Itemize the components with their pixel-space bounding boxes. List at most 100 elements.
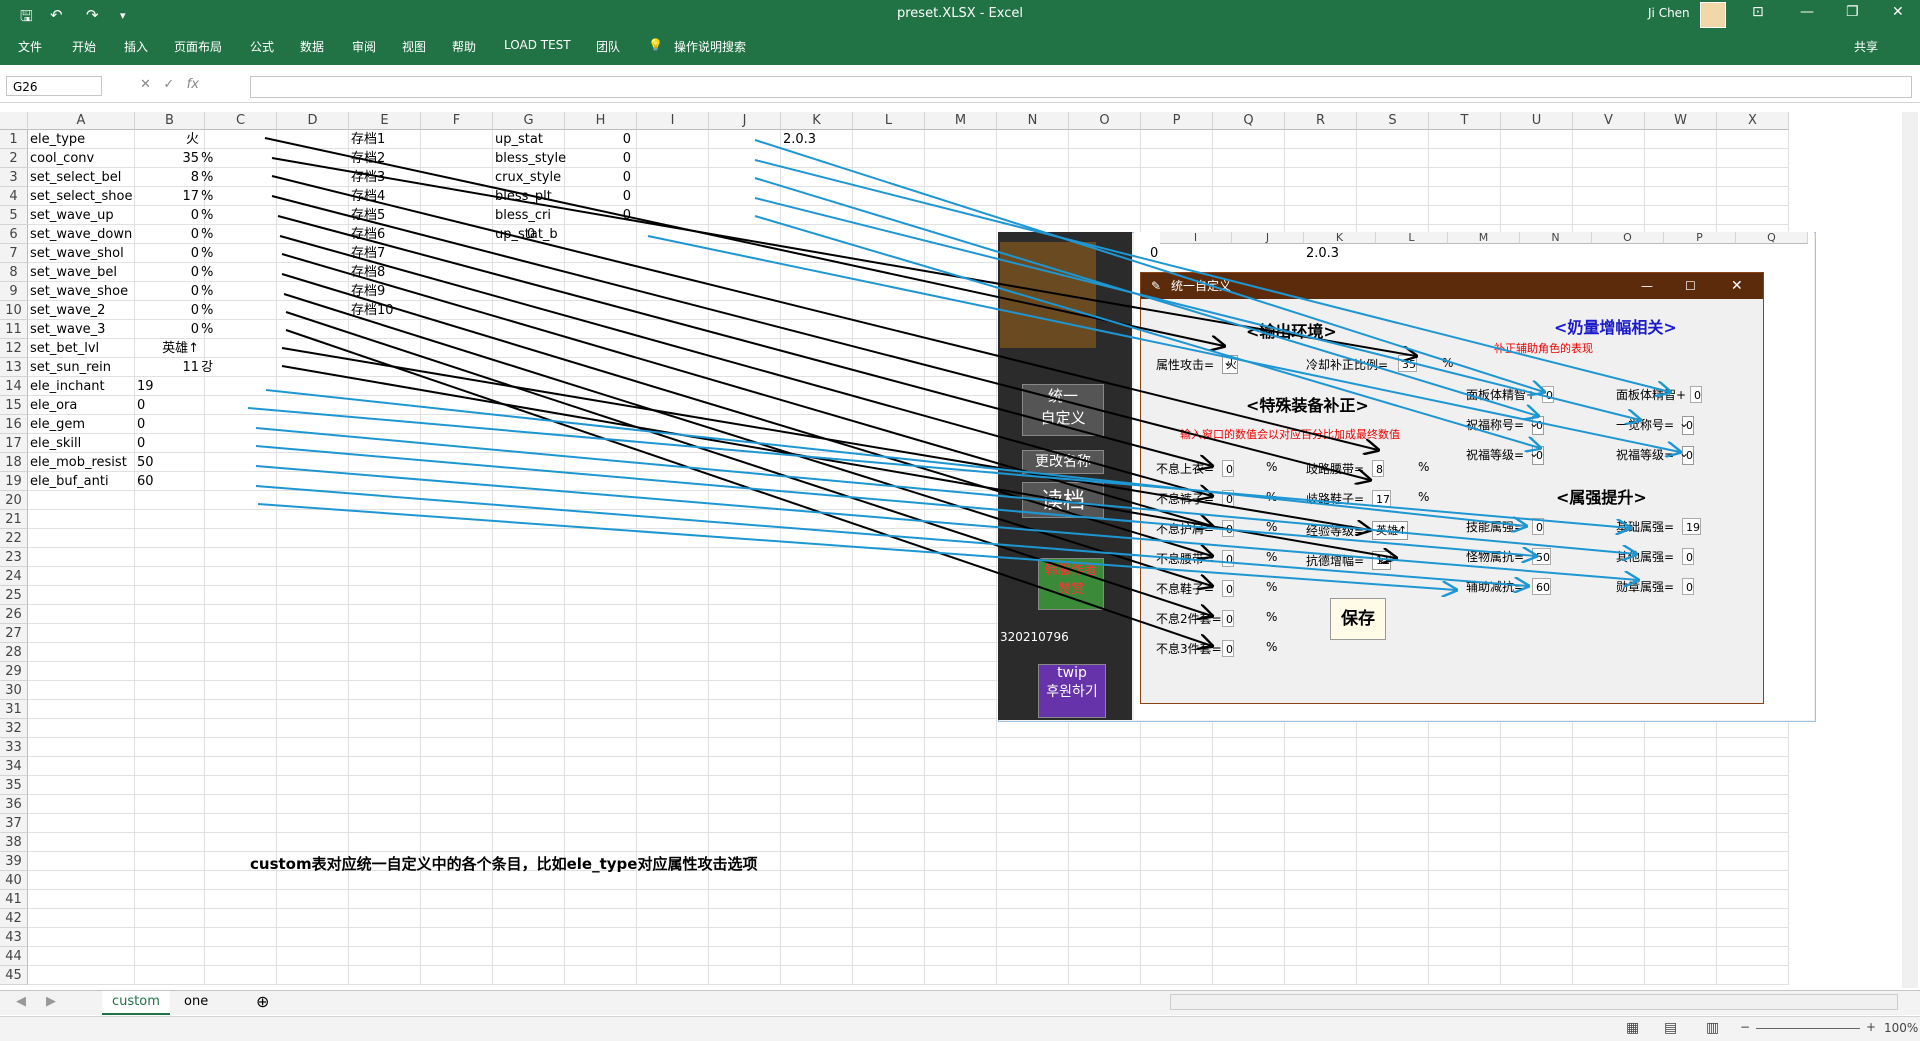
- column-header[interactable]: A: [28, 112, 135, 130]
- row-header[interactable]: 33: [0, 738, 28, 757]
- enter-icon[interactable]: ✓: [163, 77, 174, 92]
- cell-g[interactable]: up_stat: [495, 130, 543, 149]
- cool-input[interactable]: 35: [1398, 355, 1417, 372]
- cell-h[interactable]: 0: [567, 168, 631, 187]
- row-header[interactable]: 14: [0, 377, 28, 396]
- ele-left-input[interactable]: 0: [1532, 518, 1544, 535]
- special-left-input[interactable]: 0: [1222, 460, 1234, 477]
- dialog-close-icon[interactable]: ✕: [1731, 273, 1743, 299]
- zoom-in-icon[interactable]: +: [1866, 1020, 1876, 1034]
- column-header[interactable]: D: [277, 112, 349, 130]
- cell-b[interactable]: 0: [137, 415, 145, 434]
- cell-h[interactable]: 0: [567, 206, 631, 225]
- menu-page-layout[interactable]: 页面布局: [174, 38, 222, 55]
- sidebar-rename-button[interactable]: 更改名称: [1022, 450, 1104, 474]
- sidebar-custom-button[interactable]: 统一 自定义: [1022, 384, 1104, 436]
- cell-a[interactable]: set_wave_shoe: [30, 282, 128, 301]
- buff-left-select[interactable]: 0: [1529, 445, 1544, 465]
- cell-b[interactable]: 0: [137, 301, 199, 320]
- row-header[interactable]: 35: [0, 776, 28, 795]
- special-left-input[interactable]: 0: [1222, 580, 1234, 597]
- column-header[interactable]: F: [421, 112, 493, 130]
- row-header[interactable]: 29: [0, 662, 28, 681]
- row-header[interactable]: 42: [0, 909, 28, 928]
- cell-h[interactable]: 0: [567, 187, 631, 206]
- menu-data[interactable]: 数据: [300, 38, 324, 55]
- row-header[interactable]: 45: [0, 966, 28, 985]
- row-header[interactable]: 19: [0, 472, 28, 491]
- special-left-input[interactable]: 0: [1222, 610, 1234, 627]
- row-header[interactable]: 22: [0, 529, 28, 548]
- row-header[interactable]: 5: [0, 206, 28, 225]
- row-header[interactable]: 40: [0, 871, 28, 890]
- column-header[interactable]: K: [781, 112, 853, 130]
- menu-formulas[interactable]: 公式: [250, 38, 274, 55]
- ele-right-input[interactable]: 0: [1682, 548, 1694, 565]
- cell-c[interactable]: %: [201, 301, 213, 320]
- row-header[interactable]: 9: [0, 282, 28, 301]
- row-header[interactable]: 43: [0, 928, 28, 947]
- cell-b[interactable]: 50: [137, 453, 154, 472]
- formula-input[interactable]: [250, 76, 1912, 98]
- column-header[interactable]: P: [1141, 112, 1213, 130]
- cell-c[interactable]: %: [201, 320, 213, 339]
- cell-b[interactable]: 19: [137, 377, 154, 396]
- special-left-input[interactable]: 0: [1222, 640, 1234, 657]
- column-header[interactable]: N: [997, 112, 1069, 130]
- row-header[interactable]: 15: [0, 396, 28, 415]
- cell-a[interactable]: set_bet_lvl: [30, 339, 99, 358]
- cell-e[interactable]: 存档5: [351, 206, 385, 225]
- column-header[interactable]: J: [709, 112, 781, 130]
- ele-left-input[interactable]: 60: [1532, 578, 1551, 595]
- column-header[interactable]: M: [925, 112, 997, 130]
- cell-b[interactable]: 0: [137, 396, 145, 415]
- cell-a[interactable]: ele_gem: [30, 415, 85, 434]
- row-header[interactable]: 36: [0, 795, 28, 814]
- column-header[interactable]: X: [1717, 112, 1789, 130]
- row-header[interactable]: 4: [0, 187, 28, 206]
- cancel-icon[interactable]: ✕: [140, 77, 151, 92]
- cell-b[interactable]: 火: [137, 130, 199, 149]
- cell-b[interactable]: 0: [137, 225, 199, 244]
- row-header[interactable]: 20: [0, 491, 28, 510]
- row-header[interactable]: 39: [0, 852, 28, 871]
- cell-e[interactable]: 存档3: [351, 168, 385, 187]
- row-header[interactable]: 26: [0, 605, 28, 624]
- cell-a[interactable]: set_wave_down: [30, 225, 132, 244]
- cell-a[interactable]: cool_conv: [30, 149, 94, 168]
- column-header[interactable]: S: [1357, 112, 1429, 130]
- ele-right-input[interactable]: 19: [1682, 518, 1701, 535]
- row-header[interactable]: 16: [0, 415, 28, 434]
- cell-k1[interactable]: 2.0.3: [783, 130, 816, 149]
- buff-right-input[interactable]: 0: [1690, 386, 1702, 403]
- ele-left-input[interactable]: 50: [1532, 548, 1551, 565]
- sun-select[interactable]: 11: [1372, 550, 1391, 570]
- vertical-scrollbar[interactable]: [1902, 112, 1918, 988]
- restore-icon[interactable]: ❐: [1846, 4, 1859, 20]
- row-header[interactable]: 12: [0, 339, 28, 358]
- cell-b[interactable]: 60: [137, 472, 154, 491]
- row-header[interactable]: 38: [0, 833, 28, 852]
- cell-e[interactable]: 存档4: [351, 187, 385, 206]
- column-header[interactable]: Q: [1213, 112, 1285, 130]
- row-header[interactable]: 25: [0, 586, 28, 605]
- row-header[interactable]: 10: [0, 301, 28, 320]
- name-box[interactable]: G26: [6, 76, 102, 96]
- menu-review[interactable]: 审阅: [352, 38, 376, 55]
- cell-b[interactable]: 0: [137, 206, 199, 225]
- cell-c[interactable]: %: [201, 149, 213, 168]
- dialog-minimize-icon[interactable]: —: [1641, 273, 1653, 299]
- row-header[interactable]: 1: [0, 130, 28, 149]
- cell-b[interactable]: 0: [137, 282, 199, 301]
- cell-a[interactable]: set_wave_2: [30, 301, 105, 320]
- menu-team[interactable]: 团队: [596, 38, 620, 55]
- cell-g[interactable]: bless_cri: [495, 206, 551, 225]
- attr-select[interactable]: 火: [1222, 354, 1238, 374]
- row-header[interactable]: 31: [0, 700, 28, 719]
- save-button[interactable]: 保存: [1330, 598, 1386, 640]
- normal-view-icon[interactable]: ▦: [1626, 1020, 1639, 1036]
- buff-left-input[interactable]: 0: [1542, 386, 1554, 403]
- tab-prev-icon[interactable]: ◀: [6, 991, 36, 1013]
- buff-right-select[interactable]: 0: [1679, 445, 1694, 465]
- cell-c[interactable]: %: [201, 282, 213, 301]
